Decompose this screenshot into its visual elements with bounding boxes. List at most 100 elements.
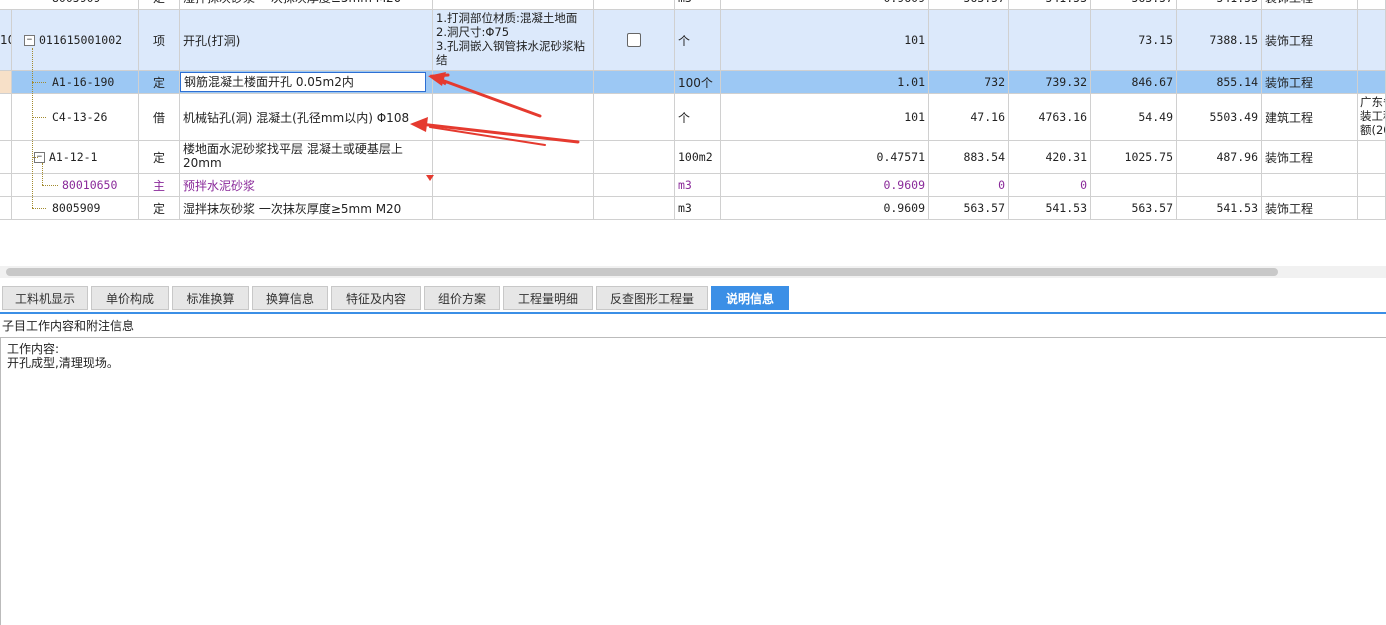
- table-row[interactable]: C4-13-26 借 机械钻孔(洞) 混凝土(孔径mm以内) Φ108 个 10…: [0, 94, 1386, 141]
- cell-note[interactable]: [1358, 174, 1386, 196]
- cell-unit[interactable]: 100m2: [675, 141, 721, 173]
- cell-note[interactable]: [1358, 71, 1386, 93]
- table-row[interactable]: 8005909 定 湿拌抹灰砂浆 一次抹灰厚度≥5mm M20 m3 0.960…: [0, 197, 1386, 220]
- cell-p1[interactable]: 0: [929, 174, 1009, 196]
- cell-unit[interactable]: m3: [675, 197, 721, 219]
- cell-unit[interactable]: m3: [675, 174, 721, 196]
- cell-feature[interactable]: 1.打洞部位材质:混凝土地面 2.洞尺寸:Φ75 3.孔洞嵌入钢管抹水泥砂浆粘 …: [433, 10, 594, 70]
- cell-p3[interactable]: 54.49: [1091, 94, 1177, 140]
- cell-p4[interactable]: 541.53: [1177, 0, 1262, 9]
- cell-check[interactable]: [594, 197, 675, 219]
- cell-specialty[interactable]: 装饰工程: [1262, 197, 1358, 219]
- cell-p1[interactable]: 883.54: [929, 141, 1009, 173]
- cell-p2[interactable]: 4763.16: [1009, 94, 1091, 140]
- cell-qty[interactable]: 0.47571: [721, 141, 929, 173]
- table-row[interactable]: 10 − 011615001002 项 开孔(打洞) 1.打洞部位材质:混凝土地…: [0, 10, 1386, 71]
- cell-name[interactable]: 楼地面水泥砂浆找平层 混凝土或硬基层上 20mm: [180, 141, 433, 173]
- tab-features[interactable]: 特征及内容: [331, 286, 421, 310]
- tab-labor-material[interactable]: 工料机显示: [2, 286, 88, 310]
- tab-standard-conversion[interactable]: 标准换算: [172, 286, 249, 310]
- row-checkbox[interactable]: [627, 33, 641, 47]
- cell-type[interactable]: 定: [139, 141, 180, 173]
- cell-p4[interactable]: 855.14: [1177, 71, 1262, 93]
- table-row[interactable]: − A1-12-1 定 楼地面水泥砂浆找平层 混凝土或硬基层上 20mm 100…: [0, 141, 1386, 174]
- cell-specialty[interactable]: 装饰工程: [1262, 71, 1358, 93]
- horizontal-scrollbar[interactable]: [0, 266, 1386, 278]
- cell-name[interactable]: 钢筋混凝土楼面开孔 0.05m2内: [180, 71, 433, 93]
- cell-qty[interactable]: 0.9609: [721, 0, 929, 9]
- cell-p3[interactable]: 73.15: [1091, 10, 1177, 70]
- cell-p1[interactable]: 47.16: [929, 94, 1009, 140]
- tab-reverse-quantity[interactable]: 反查图形工程量: [596, 286, 708, 310]
- tab-pricing-plan[interactable]: 组价方案: [424, 286, 500, 310]
- cell-check[interactable]: [594, 10, 675, 70]
- cell-feature[interactable]: [433, 71, 594, 93]
- cell-name[interactable]: 机械钻孔(洞) 混凝土(孔径mm以内) Φ108: [180, 94, 433, 140]
- cell-p3[interactable]: 1025.75: [1091, 141, 1177, 173]
- cell-unit[interactable]: 个: [675, 94, 721, 140]
- cell-p1[interactable]: [929, 10, 1009, 70]
- cell-p1[interactable]: 732: [929, 71, 1009, 93]
- cell-unit[interactable]: 100个: [675, 71, 721, 93]
- cell-p3[interactable]: 563.57: [1091, 0, 1177, 9]
- cell-p1[interactable]: 563.57: [929, 197, 1009, 219]
- cell-name[interactable]: 湿拌抹灰砂浆 一次抹灰厚度≥5mm M20: [180, 0, 433, 9]
- cell-unit[interactable]: m3: [675, 0, 721, 9]
- cell-p4[interactable]: 487.96: [1177, 141, 1262, 173]
- cell-name[interactable]: 开孔(打洞): [180, 10, 433, 70]
- cell-note[interactable]: 广东省 装工程 额(20: [1358, 94, 1386, 140]
- cell-name[interactable]: 预拌水泥砂浆: [180, 174, 433, 196]
- cell-p4[interactable]: 541.53: [1177, 197, 1262, 219]
- cell-p2[interactable]: 541.53: [1009, 197, 1091, 219]
- cell-qty[interactable]: 0.9609: [721, 174, 929, 196]
- cell-type[interactable]: 定: [139, 0, 180, 9]
- cell-feature[interactable]: [433, 0, 594, 9]
- cell-feature[interactable]: [433, 94, 594, 140]
- cell-qty[interactable]: 101: [721, 94, 929, 140]
- table-row[interactable]: 80010650 主 预拌水泥砂浆 m3 0.9609 0 0: [0, 174, 1386, 197]
- cell-qty[interactable]: 1.01: [721, 71, 929, 93]
- cell-note[interactable]: [1358, 10, 1386, 70]
- cell-note[interactable]: [1358, 0, 1386, 9]
- cell-unit[interactable]: 个: [675, 10, 721, 70]
- cell-p2[interactable]: 541.53: [1009, 0, 1091, 9]
- cell-qty[interactable]: 101: [721, 10, 929, 70]
- tab-description[interactable]: 说明信息: [711, 286, 789, 310]
- cell-p4[interactable]: 7388.15: [1177, 10, 1262, 70]
- table-row[interactable]: A1-16-190 定 钢筋混凝土楼面开孔 0.05m2内 100个 1.01 …: [0, 71, 1386, 94]
- cell-type[interactable]: 定: [139, 71, 180, 93]
- cell-feature[interactable]: [433, 141, 594, 173]
- cell-p3[interactable]: [1091, 174, 1177, 196]
- cell-specialty[interactable]: 装饰工程: [1262, 10, 1358, 70]
- tab-unit-price[interactable]: 单价构成: [91, 286, 169, 310]
- cell-note[interactable]: [1358, 141, 1386, 173]
- cell-check[interactable]: [594, 0, 675, 9]
- table-row[interactable]: 8005909 定 湿拌抹灰砂浆 一次抹灰厚度≥5mm M20 m3 0.960…: [0, 0, 1386, 10]
- cell-specialty[interactable]: 装饰工程: [1262, 141, 1358, 173]
- cell-check[interactable]: [594, 94, 675, 140]
- scrollbar-thumb[interactable]: [6, 268, 1278, 276]
- cell-type[interactable]: 项: [139, 10, 180, 70]
- cell-p2[interactable]: 420.31: [1009, 141, 1091, 173]
- cell-check[interactable]: [594, 174, 675, 196]
- cell-name[interactable]: 湿拌抹灰砂浆 一次抹灰厚度≥5mm M20: [180, 197, 433, 219]
- cell-feature[interactable]: [433, 174, 594, 196]
- cell-specialty[interactable]: 装饰工程: [1262, 0, 1358, 9]
- cell-p3[interactable]: 563.57: [1091, 197, 1177, 219]
- name-edit-field[interactable]: 钢筋混凝土楼面开孔 0.05m2内: [180, 71, 426, 92]
- cell-p1[interactable]: 563.57: [929, 0, 1009, 9]
- cell-code[interactable]: 8005909: [12, 0, 139, 9]
- tab-quantity-detail[interactable]: 工程量明细: [503, 286, 593, 310]
- cell-p2[interactable]: 0: [1009, 174, 1091, 196]
- cell-note[interactable]: [1358, 197, 1386, 219]
- cell-type[interactable]: 主: [139, 174, 180, 196]
- cell-qty[interactable]: 0.9609: [721, 197, 929, 219]
- cell-p4[interactable]: [1177, 174, 1262, 196]
- cell-specialty[interactable]: [1262, 174, 1358, 196]
- collapse-toggle-icon[interactable]: −: [24, 34, 35, 46]
- cell-p2[interactable]: 739.32: [1009, 71, 1091, 93]
- cell-p4[interactable]: 5503.49: [1177, 94, 1262, 140]
- cell-feature[interactable]: [433, 197, 594, 219]
- cell-check[interactable]: [594, 71, 675, 93]
- cell-p3[interactable]: 846.67: [1091, 71, 1177, 93]
